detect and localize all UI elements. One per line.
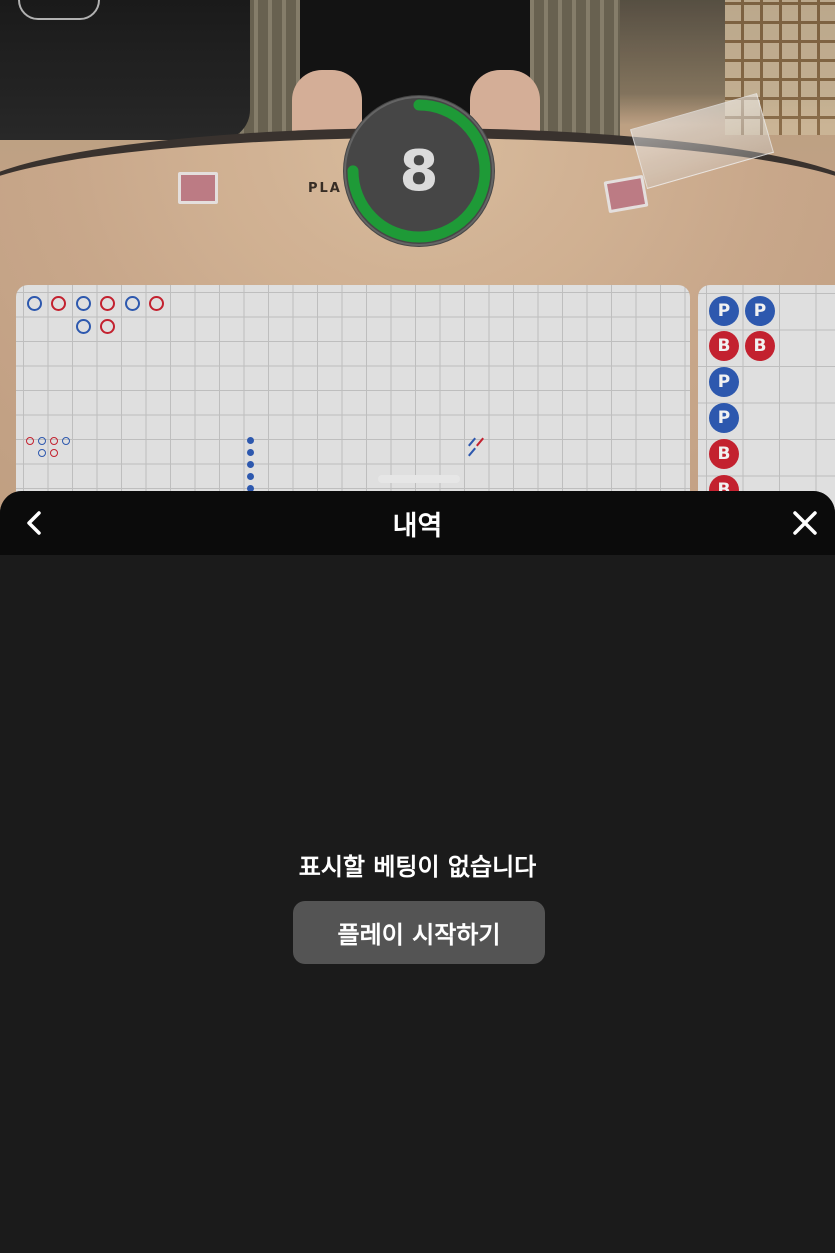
- close-icon: [793, 511, 817, 535]
- sheet-drag-handle[interactable]: [378, 475, 460, 483]
- sheet-title: 내역: [392, 510, 443, 542]
- sheet-header: 내역: [0, 491, 835, 555]
- close-button[interactable]: [785, 503, 825, 543]
- history-sheet: 내역 표시할 베팅이 없습니다 플레이 시작하기: [0, 491, 835, 1253]
- start-playing-button[interactable]: 플레이 시작하기: [293, 901, 545, 964]
- video-dim-overlay: [0, 0, 835, 520]
- back-button[interactable]: [14, 503, 54, 543]
- chevron-left-icon: [27, 511, 41, 535]
- empty-state-message: 표시할 베팅이 없습니다: [298, 853, 537, 881]
- live-video-feed: PLA ER 8 P P B B P P B B: [0, 0, 835, 520]
